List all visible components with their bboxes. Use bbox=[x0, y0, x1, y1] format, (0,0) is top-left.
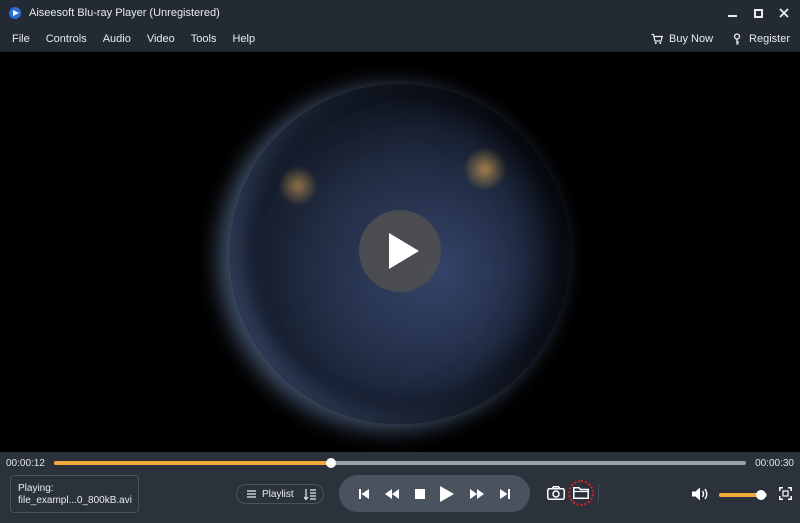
title-bar: Aiseesoft Blu-ray Player (Unregistered) bbox=[0, 0, 800, 26]
fast-forward-icon bbox=[470, 488, 485, 499]
open-file-button[interactable] bbox=[568, 480, 594, 506]
minimize-button[interactable] bbox=[726, 7, 738, 19]
fullscreen-icon bbox=[779, 487, 792, 500]
speaker-icon bbox=[692, 487, 708, 501]
volume-handle[interactable] bbox=[756, 490, 767, 500]
cart-icon bbox=[651, 33, 663, 44]
window-title: Aiseesoft Blu-ray Player (Unregistered) bbox=[29, 7, 220, 19]
next-button[interactable] bbox=[499, 484, 510, 504]
big-play-button[interactable] bbox=[359, 210, 441, 292]
folder-icon bbox=[573, 487, 589, 499]
app-logo-icon bbox=[9, 7, 21, 19]
now-playing-file: file_exampl...0_800kB.avi bbox=[18, 495, 132, 506]
transport-controls bbox=[339, 475, 530, 512]
buy-now-link[interactable]: Buy Now bbox=[651, 33, 713, 45]
maximize-button[interactable] bbox=[752, 7, 764, 19]
stop-button[interactable] bbox=[414, 484, 425, 504]
close-icon bbox=[779, 8, 789, 18]
snapshot-button[interactable] bbox=[547, 486, 565, 500]
key-icon bbox=[733, 33, 741, 45]
menu-tools[interactable]: Tools bbox=[191, 33, 217, 45]
menu-audio[interactable]: Audio bbox=[103, 33, 131, 45]
toolbar-divider bbox=[598, 484, 599, 502]
menu-file[interactable]: File bbox=[12, 33, 30, 45]
rewind-button[interactable] bbox=[384, 484, 399, 504]
menu-right: Buy Now Register bbox=[651, 26, 790, 52]
menu-help[interactable]: Help bbox=[232, 33, 255, 45]
control-panel: 00:00:12 00:00:30 Playing: file_exampl..… bbox=[0, 452, 800, 523]
maximize-icon bbox=[753, 8, 763, 18]
close-button[interactable] bbox=[778, 7, 790, 19]
menu-video[interactable]: Video bbox=[147, 33, 175, 45]
volume-button[interactable] bbox=[692, 487, 710, 501]
play-icon bbox=[440, 485, 455, 502]
total-time: 00:00:30 bbox=[755, 458, 794, 469]
skip-previous-icon bbox=[359, 488, 369, 499]
playlist-label: Playlist bbox=[262, 488, 294, 500]
register-label: Register bbox=[749, 33, 790, 45]
camera-icon bbox=[547, 486, 565, 500]
seek-bar[interactable] bbox=[54, 458, 746, 468]
seek-handle[interactable] bbox=[325, 458, 336, 468]
seek-progress bbox=[54, 461, 331, 465]
current-time: 00:00:12 bbox=[6, 458, 45, 469]
play-button[interactable] bbox=[440, 484, 455, 504]
minimize-icon bbox=[727, 14, 737, 17]
skip-next-icon bbox=[499, 488, 510, 499]
buy-now-label: Buy Now bbox=[669, 33, 714, 45]
window-controls bbox=[726, 0, 790, 26]
playlist-button[interactable]: Playlist bbox=[236, 484, 324, 504]
list-icon bbox=[247, 490, 256, 498]
stop-icon bbox=[414, 488, 425, 499]
previous-button[interactable] bbox=[359, 484, 369, 504]
sort-icon[interactable] bbox=[303, 488, 316, 500]
menu-controls[interactable]: Controls bbox=[46, 33, 87, 45]
now-playing-label: Playing: bbox=[18, 483, 54, 494]
now-playing-box: Playing: file_exampl...0_800kB.avi bbox=[10, 475, 139, 513]
rewind-icon bbox=[384, 488, 399, 499]
fullscreen-button[interactable] bbox=[779, 487, 792, 500]
menu-bar: File Controls Audio Video Tools Help Buy… bbox=[0, 26, 800, 52]
volume-level bbox=[719, 493, 762, 497]
video-canvas[interactable] bbox=[0, 52, 800, 452]
volume-slider[interactable] bbox=[719, 490, 767, 500]
fast-forward-button[interactable] bbox=[470, 484, 485, 504]
register-link[interactable]: Register bbox=[731, 33, 790, 45]
